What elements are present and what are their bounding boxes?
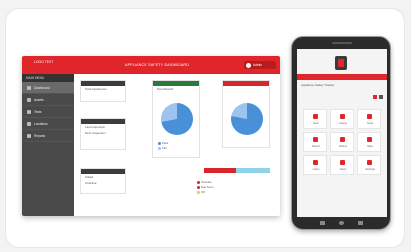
app-tile[interactable]: History	[330, 132, 354, 152]
recents-icon[interactable]	[358, 221, 363, 225]
panel-header	[204, 168, 236, 173]
brand-logo: LOGO TEXT	[34, 60, 54, 64]
dashboard-icon	[27, 86, 31, 90]
panel-text: Total Appliances	[85, 87, 107, 91]
app-tile[interactable]: Settings	[357, 155, 381, 175]
panel-text: Test Results	[157, 87, 174, 91]
panel-header	[223, 81, 269, 86]
sidebar-item-locations[interactable]: Locations	[22, 118, 74, 130]
app-tile[interactable]: Assets	[330, 109, 354, 129]
app-tile[interactable]: Report	[303, 132, 327, 152]
tile-icon	[367, 114, 372, 119]
menu-icon[interactable]	[373, 95, 377, 99]
app-tile[interactable]: Tests	[357, 109, 381, 129]
app-tile-grid: Scan Assets Tests Report History Sites U…	[303, 109, 381, 175]
sidebar-header: MAIN MENU	[22, 74, 74, 82]
legend-item: Pass	[158, 141, 168, 145]
mobile-device: Appliance Safety Tracker Scan Assets Tes…	[291, 36, 391, 230]
home-icon[interactable]	[339, 221, 344, 225]
stat-panel-issues: Failed Overdue	[80, 168, 126, 194]
settings-icon[interactable]	[379, 95, 383, 99]
legend-item: OK	[197, 190, 205, 194]
pie-panel-results: Test Results Pass Fail	[152, 80, 200, 158]
pie-chart	[161, 103, 193, 135]
panel-header	[236, 168, 270, 173]
stat-panel-total: Total Appliances	[80, 80, 126, 102]
tile-icon	[367, 137, 372, 142]
phone-nav-bar	[292, 218, 392, 228]
tile-icon	[340, 114, 345, 119]
mobile-screen: Appliance Safety Tracker Scan Assets Tes…	[297, 49, 387, 217]
tile-icon	[367, 160, 372, 165]
pie-chart	[231, 103, 263, 135]
legend-item: Due Soon	[197, 185, 213, 189]
panel-text: Next Inspection	[85, 131, 106, 135]
alerts-panel: Overdue Due Soon OK	[174, 168, 270, 208]
top-bar: LOGO TEXT APPLIANCE SAFETY DASHBOARD Adm…	[22, 56, 280, 74]
app-tile[interactable]: Sites	[357, 132, 381, 152]
sidebar: MAIN MENU Dashboard Assets Tests Locatio…	[22, 74, 74, 216]
app-logo-icon	[335, 56, 347, 70]
desktop-dashboard: LOGO TEXT APPLIANCE SAFETY DASHBOARD Adm…	[22, 56, 280, 216]
back-icon[interactable]	[320, 221, 325, 225]
sidebar-item-tests[interactable]: Tests	[22, 106, 74, 118]
sidebar-item-dashboard[interactable]: Dashboard	[22, 82, 74, 94]
app-tile[interactable]: Scan	[303, 109, 327, 129]
assets-icon	[27, 98, 31, 102]
app-tile[interactable]: Users	[303, 155, 327, 175]
tile-icon	[313, 137, 318, 142]
page-title: APPLIANCE SAFETY DASHBOARD	[124, 63, 190, 67]
pie-panel-status	[222, 80, 270, 148]
app-tile[interactable]: Alerts	[330, 155, 354, 175]
tile-icon	[313, 160, 318, 165]
stat-panel-inspection: Last Inspection Next Inspection	[80, 118, 126, 150]
legend-item: Overdue	[197, 180, 212, 184]
user-icon	[246, 62, 251, 68]
tile-icon	[313, 114, 318, 119]
phone-speaker	[332, 42, 352, 44]
tests-icon	[27, 110, 31, 114]
location-icon	[27, 122, 31, 126]
sidebar-item-assets[interactable]: Assets	[22, 94, 74, 106]
tile-icon	[340, 137, 345, 142]
mobile-header-bar	[297, 74, 387, 80]
mobile-subtitle: Appliance Safety Tracker	[301, 83, 335, 87]
sidebar-item-reports[interactable]: Reports	[22, 130, 74, 142]
reports-icon	[27, 134, 31, 138]
tile-icon	[340, 160, 345, 165]
legend-item: Fail	[158, 146, 167, 150]
user-menu-button[interactable]: Admin	[244, 61, 276, 69]
panel-text: Overdue	[85, 181, 97, 185]
